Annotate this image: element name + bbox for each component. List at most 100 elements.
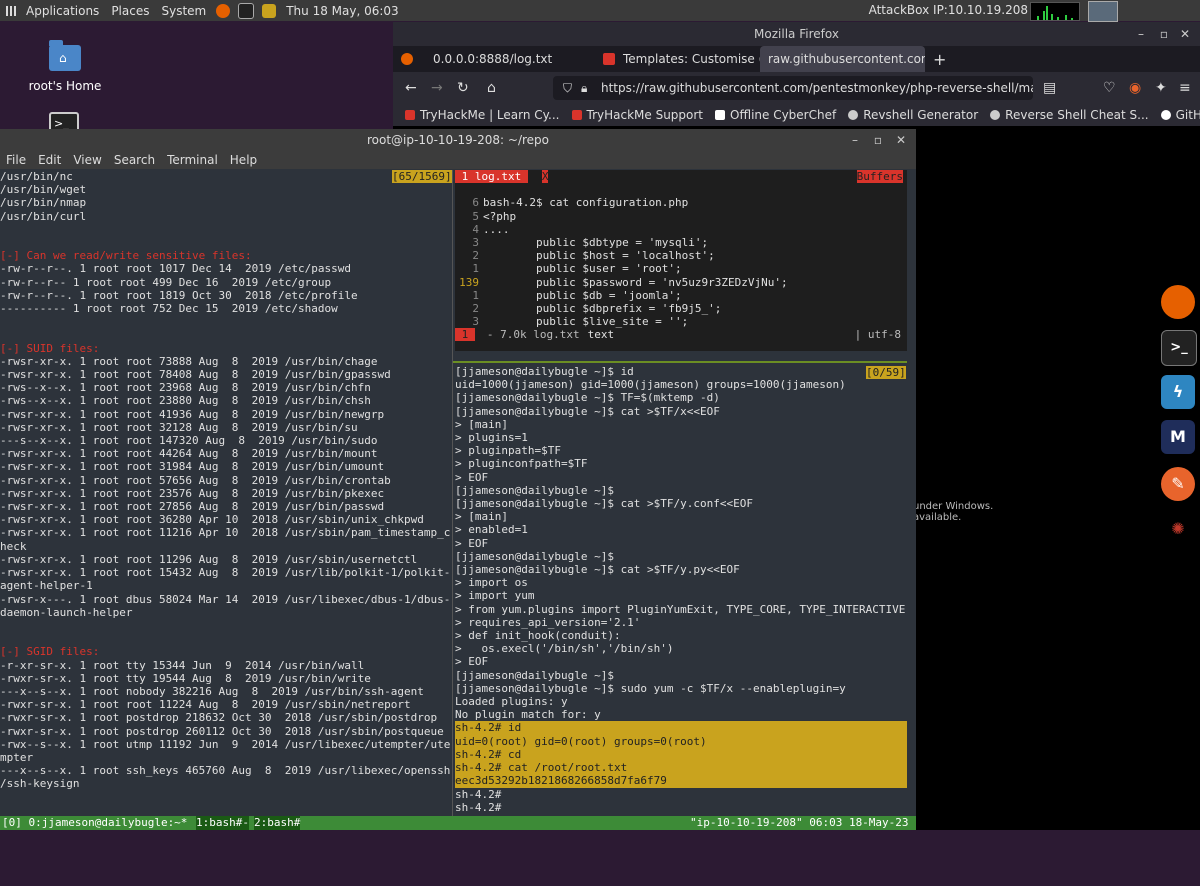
terminal-line: -rwsr-xr-x. 1 root root 23576 Aug 8 2019… [0, 486, 385, 500]
terminal-line: > EOF [455, 655, 489, 669]
vim-line: 1 public $db = 'joomla'; [455, 289, 907, 302]
vim-pane[interactable]: 1 log.txt X Buffers 6 bash-4.2$ cat config… [455, 170, 907, 351]
terminal-line: -rwsr-xr-x. 1 root root 36280 Apr 10 201… [0, 513, 424, 527]
vim-line: 3 public $live_site = ''; [455, 315, 907, 328]
home-icon[interactable]: ⌂ [487, 80, 496, 96]
menu-icon[interactable]: ≡ [1179, 80, 1191, 96]
tmux-session[interactable]: [0] 0:jjameson@dailybugle:~* [2, 816, 187, 830]
terminal-line: /usr/bin/wget [0, 183, 87, 197]
terminal-dock-icon[interactable]: >_ [1161, 330, 1197, 366]
tab-log-txt[interactable]: 0.0.0.0:8888/log.txt [425, 46, 595, 72]
forward-icon[interactable]: → [431, 80, 443, 96]
bookmark-revshell[interactable]: Revshell Generator [848, 108, 978, 122]
tmux-window-2[interactable]: 2:bash# [254, 816, 301, 830]
right-tmux-pane[interactable]: [jjameson@dailybugle ~]$ id uid=1000(jjam… [455, 365, 907, 817]
left-tmux-pane[interactable]: /usr/bin/nc/usr/bin/wget/usr/bin/nmap/us… [0, 170, 452, 817]
firefox-launcher-icon[interactable] [216, 3, 231, 18]
terminal-line: -rwsr-xr-x. 1 root root 44264 Aug 8 2019… [0, 447, 378, 461]
bookmark-cyberchef[interactable]: Offline CyberChef [715, 108, 836, 122]
firefox-view-icon[interactable] [393, 46, 425, 72]
metasploit-dock-icon[interactable]: M [1161, 420, 1195, 454]
bookmark-tryhackme[interactable]: TryHackMe | Learn Cy... [405, 108, 560, 122]
url-text: https://raw.githubusercontent.com/pentes… [601, 81, 1033, 95]
menu-view[interactable]: View [67, 151, 107, 169]
close-icon[interactable]: ✕ [896, 129, 906, 151]
terminal-line: -rw-r--r--. 1 root root 1017 Dec 14 2019… [0, 262, 351, 276]
tab-raw-github[interactable]: raw.githubusercontent.com/ [760, 46, 925, 72]
vim-line-text: public $user = 'root'; [483, 262, 682, 276]
places-menu[interactable]: Places [105, 4, 155, 18]
vim-buffers-label: Buffers [856, 170, 903, 184]
maximize-icon[interactable]: ▫ [1160, 22, 1168, 46]
firefox-titlebar[interactable]: Mozilla Firefox – ▫ ✕ [393, 22, 1200, 46]
back-icon[interactable]: ← [405, 80, 417, 96]
minimize-icon[interactable]: – [852, 129, 858, 151]
pane-divider[interactable] [452, 170, 453, 817]
system-monitor-graph[interactable] [1030, 2, 1080, 21]
new-tab-button[interactable]: + [925, 46, 955, 72]
hydra-dock-icon[interactable]: ✺ [1161, 512, 1195, 546]
terminal-line: > EOF [455, 470, 489, 484]
vim-tab-label: 1 log.txt [455, 170, 528, 183]
terminal-line: > requires_api_version='2.1' [455, 615, 641, 629]
bookmark-github[interactable]: GitHub - swisskyrepo/... [1160, 108, 1200, 122]
terminal-tray-icon[interactable] [1088, 1, 1118, 22]
pocket-icon[interactable]: ♡ [1103, 80, 1116, 96]
terminal-line: -rwsr-xr-x. 1 root root 31984 Aug 8 2019… [0, 460, 385, 474]
menu-file[interactable]: File [0, 151, 32, 169]
terminal-line: -rwsr-xr-x. 1 root root 41936 Aug 8 2019… [0, 407, 385, 421]
terminal-line: > from yum.plugins import PluginYumExit,… [455, 602, 906, 616]
vim-line-number: 139 [459, 275, 479, 289]
menu-search[interactable]: Search [108, 151, 161, 169]
terminal-line: -rwsr-xr-x. 1 root root 15432 Aug 8 2019… [0, 566, 451, 580]
terminal-line: -rwsr-xr-x. 1 root root 78408 Aug 8 2019… [0, 368, 391, 382]
terminal-line: -rws--x--x. 1 root root 23968 Aug 8 2019… [0, 381, 371, 395]
pane-separator[interactable] [453, 361, 907, 363]
terminal-line: [-] Can we read/write sensitive files: [0, 249, 252, 263]
vim-tabline: 1 log.txt X Buffers [455, 170, 907, 184]
home-desktop-icon[interactable]: ⌂ root's Home [25, 40, 105, 93]
terminal-line: > pluginpath=$TF [455, 444, 561, 458]
minimize-icon[interactable]: – [1138, 22, 1144, 46]
terminal-line: > import os [455, 576, 528, 590]
url-bar[interactable]: ⛉ 🔒︎ https://raw.githubusercontent.com/p… [553, 76, 1033, 100]
terminal-line: heck [0, 539, 27, 553]
bolt-dock-icon[interactable]: ϟ [1161, 375, 1195, 409]
sublime-launcher-icon[interactable] [262, 3, 277, 18]
vim-line-number: 2 [472, 302, 479, 316]
firefox-window-title: Mozilla Firefox [754, 27, 839, 41]
terminal-line: > [main] [455, 510, 508, 524]
terminal-line: > enabled=1 [455, 523, 528, 537]
clock[interactable]: Thu 18 May, 06:03 [280, 4, 404, 18]
terminal-title: root@ip-10-10-19-208: ~/repo [366, 133, 549, 147]
burp-dock-icon[interactable]: ✎ [1161, 467, 1195, 501]
system-menu[interactable]: System [155, 4, 212, 18]
home-icon-label: root's Home [28, 79, 102, 93]
menu-terminal[interactable]: Terminal [161, 151, 224, 169]
menu-help[interactable]: Help [224, 151, 263, 169]
firefox-dock-icon[interactable] [1161, 285, 1195, 319]
terminal-line: -rw-r--r-- 1 root root 499 Dec 16 2019 /… [0, 275, 332, 289]
terminal-line: -rwx--s--x. 1 root utmp 11192 Jun 9 2014… [0, 737, 451, 751]
bookmark-thm-support[interactable]: TryHackMe Support [571, 108, 703, 122]
maximize-icon[interactable]: ▫ [874, 129, 882, 151]
terminal-line: -rws--x--x. 1 root root 23880 Aug 8 2019… [0, 394, 371, 408]
terminal-launcher-icon[interactable] [238, 2, 255, 19]
reload-icon[interactable]: ↻ [457, 80, 469, 96]
terminal-line: -rwsr-xr-x. 1 root root 32128 Aug 8 2019… [0, 420, 358, 434]
menu-edit[interactable]: Edit [32, 151, 67, 169]
puzzle-icon[interactable]: ✦ [1155, 80, 1167, 96]
apps-grid-icon[interactable] [6, 5, 16, 16]
tmux-window-1[interactable]: 1:bash#- [196, 816, 249, 830]
tab-templates[interactable]: Templates: Customise (Be [595, 46, 760, 72]
terminal-titlebar[interactable]: root@ip-10-10-19-208: ~/repo – ▫ ✕ [0, 129, 916, 151]
close-icon[interactable]: ✕ [1180, 22, 1190, 46]
reader-view-icon[interactable]: ▤ [1043, 80, 1056, 96]
applications-menu[interactable]: Applications [20, 4, 105, 18]
firefox-tabbar: 0.0.0.0:8888/log.txt Templates: Customis… [393, 46, 1200, 72]
bookmark-reverse-shell[interactable]: Reverse Shell Cheat S... [990, 108, 1149, 122]
extension-icon[interactable]: ◉ [1129, 80, 1141, 96]
vim-line: 3 public $dbtype = 'mysqli'; [455, 236, 907, 249]
vim-line: 139 public $password = 'nv5uz9r3ZEDzVjNu… [455, 276, 907, 289]
